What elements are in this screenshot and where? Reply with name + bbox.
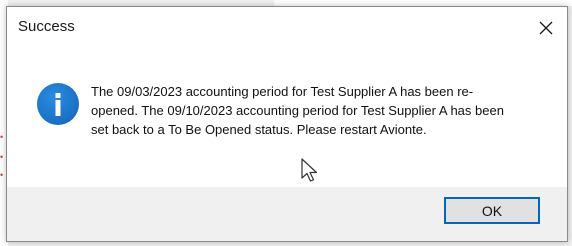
close-icon bbox=[539, 21, 553, 35]
ok-button[interactable]: OK bbox=[444, 197, 540, 224]
dialog-title: Success bbox=[18, 18, 75, 35]
close-button[interactable] bbox=[533, 15, 559, 41]
mouse-cursor-icon bbox=[301, 158, 318, 182]
dialog-titlebar: Success bbox=[7, 7, 567, 47]
dialog-footer: OK bbox=[7, 187, 567, 241]
success-dialog: Success The 09/03/2023 accounting period… bbox=[6, 6, 568, 242]
info-icon bbox=[37, 83, 79, 125]
dialog-message: The 09/03/2023 accounting period for Tes… bbox=[91, 84, 504, 137]
dialog-body: The 09/03/2023 accounting period for Tes… bbox=[7, 47, 567, 187]
